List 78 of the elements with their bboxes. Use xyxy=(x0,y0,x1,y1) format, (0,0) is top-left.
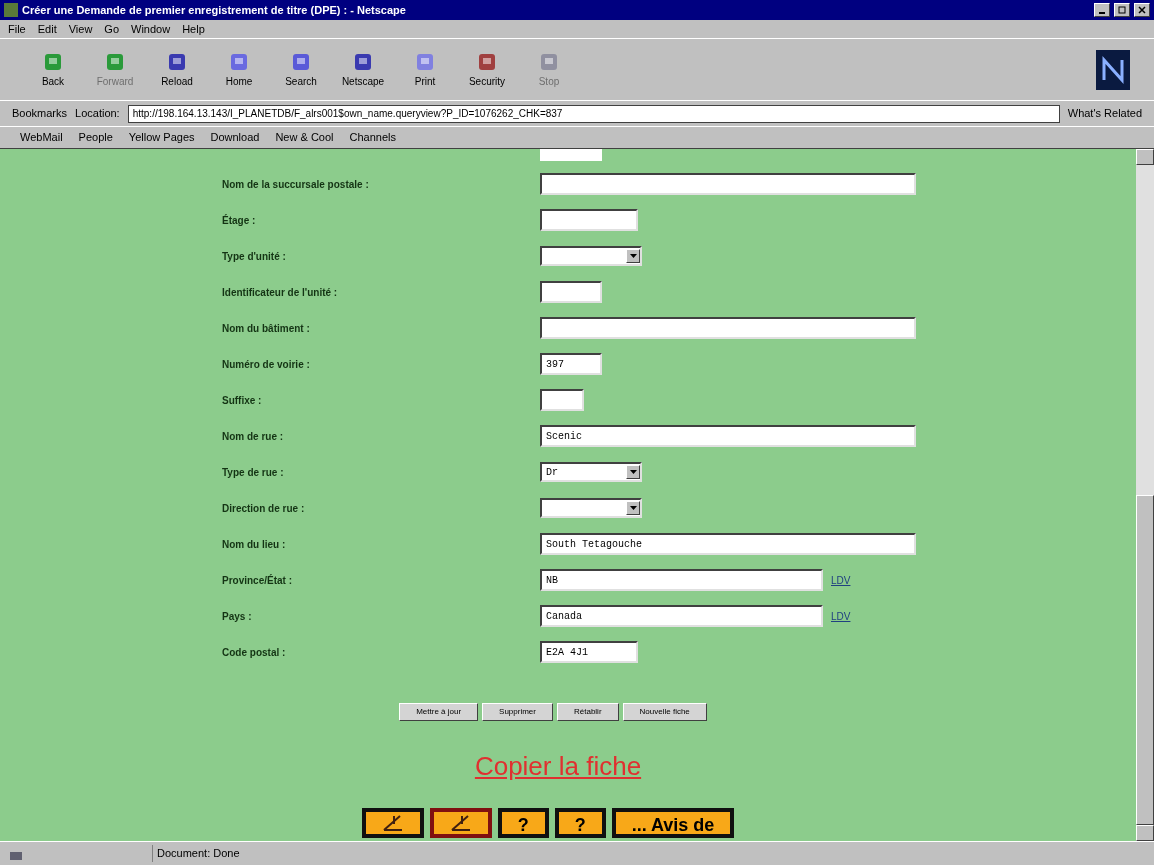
field-label: Numéro de voirie : xyxy=(222,357,311,372)
form-button[interactable]: Mettre à jour xyxy=(399,703,479,721)
field-label: Direction de rue : xyxy=(222,501,306,516)
location-field[interactable]: http://198.164.13.143/I_PLANETDB/F_alrs001$own_name.queryview?P_ID=1076262_CHK=837 xyxy=(127,104,1060,123)
nav-button[interactable] xyxy=(429,808,492,838)
field-label: Identificateur de l'unité : xyxy=(222,285,339,300)
status-text: Document: Done xyxy=(152,845,240,862)
text-field[interactable] xyxy=(540,173,916,195)
form-button[interactable]: Supprimer xyxy=(482,703,553,721)
text-field[interactable]: South Tetagouche xyxy=(540,533,916,555)
text-field[interactable]: Canada xyxy=(540,605,823,627)
ldv-link[interactable]: LDV xyxy=(831,572,851,588)
toolbar-button[interactable]: Search xyxy=(272,50,330,89)
close-button[interactable] xyxy=(1134,3,1150,17)
text-field[interactable] xyxy=(540,209,638,231)
dropdown[interactable] xyxy=(540,498,642,518)
personal-toolbar-link[interactable]: People xyxy=(78,129,113,146)
nav-button[interactable]: ... Avis de xyxy=(611,808,735,838)
dropdown[interactable]: Dr xyxy=(540,462,642,482)
scrollbar[interactable] xyxy=(1136,149,1154,841)
pen-icon xyxy=(449,814,472,832)
menu-item[interactable]: Window xyxy=(131,20,171,38)
menu-item[interactable]: Help xyxy=(182,20,205,38)
text-field[interactable]: Scenic xyxy=(540,425,916,447)
toolbar-button[interactable]: Home xyxy=(210,50,268,89)
nav-button[interactable]: ? xyxy=(554,808,606,838)
dropdown-arrow-icon xyxy=(629,506,637,510)
text-field[interactable]: E2A 4J1 xyxy=(540,641,638,663)
related-button[interactable]: What's Related xyxy=(1067,105,1142,122)
form-button[interactable]: Rétablir xyxy=(557,703,619,721)
menu-item[interactable]: Go xyxy=(104,20,120,38)
close-icon xyxy=(1138,6,1146,14)
app-icon xyxy=(4,3,18,17)
menu-item[interactable]: File xyxy=(8,20,26,38)
field-label: Nom de la succursale postale : xyxy=(222,177,370,192)
personal-toolbar-link[interactable]: Download xyxy=(210,129,260,146)
personal-toolbar-link[interactable]: Channels xyxy=(349,129,396,146)
menu-item[interactable]: View xyxy=(68,20,93,38)
text-field[interactable]: NB xyxy=(540,569,823,591)
location-label: Location: xyxy=(75,106,120,122)
toolbar-button[interactable]: Reload xyxy=(148,50,206,89)
field-label: Nom du lieu : xyxy=(222,537,287,552)
field-label: Suffixe : xyxy=(222,393,263,408)
field-label: Nom de rue : xyxy=(222,429,285,444)
browser-logo xyxy=(1096,49,1130,90)
toolbar-button[interactable]: Print xyxy=(396,50,454,89)
field-label: Type d'unité : xyxy=(222,249,287,264)
toolbar-button[interactable]: Back xyxy=(24,50,82,89)
field-label: Pays : xyxy=(222,609,253,624)
menu-item[interactable]: Edit xyxy=(37,20,57,38)
toolbar-button[interactable]: Netscape xyxy=(334,50,392,89)
field-label: Type de rue : xyxy=(222,465,285,480)
text-field[interactable] xyxy=(540,149,602,161)
text-field[interactable]: 397 xyxy=(540,353,602,375)
text-field[interactable] xyxy=(540,317,916,339)
ldv-link[interactable]: LDV xyxy=(831,608,851,624)
personal-toolbar-link[interactable]: WebMail xyxy=(20,129,63,146)
form-button[interactable]: Nouvelle fiche xyxy=(622,703,707,721)
field-label: Nom du bâtiment : xyxy=(222,321,311,336)
dropdown-arrow-icon xyxy=(629,254,637,258)
field-label: Province/État : xyxy=(222,573,294,588)
personal-toolbar-link[interactable]: Yellow Pages xyxy=(128,129,195,146)
maximize-icon xyxy=(1118,6,1126,14)
toolbar-button[interactable]: Security xyxy=(458,50,516,89)
pen-icon xyxy=(381,814,404,832)
nav-button[interactable]: ? xyxy=(497,808,549,838)
window-title: Créer une Demande de premier enregistrement de titre (DPE) : - Netscape xyxy=(22,2,407,18)
maximize-button[interactable] xyxy=(1114,3,1130,17)
bookmarks-button[interactable]: Bookmarks xyxy=(12,105,68,122)
field-label: Étage : xyxy=(222,213,257,228)
field-label: Code postal : xyxy=(222,645,287,660)
text-field[interactable] xyxy=(540,389,584,411)
minimize-button[interactable] xyxy=(1094,3,1110,17)
personal-toolbar-link[interactable]: New & Cool xyxy=(275,129,334,146)
dropdown[interactable] xyxy=(540,246,642,266)
text-field[interactable] xyxy=(540,281,602,303)
nav-button[interactable] xyxy=(361,808,424,838)
dropdown-arrow-icon xyxy=(629,470,637,474)
